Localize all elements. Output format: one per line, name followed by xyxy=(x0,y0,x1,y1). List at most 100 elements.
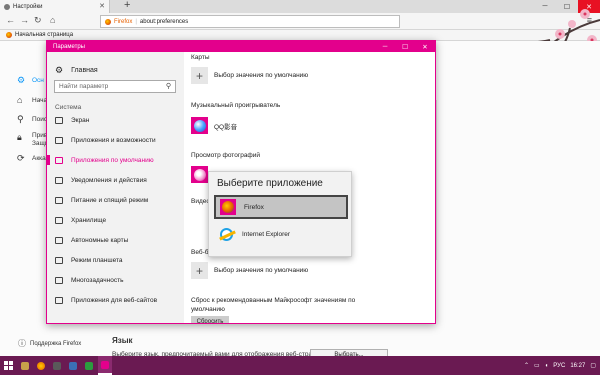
settings-nav-display[interactable]: Экран xyxy=(47,113,184,127)
settings-maximize-button[interactable]: ☐ xyxy=(395,41,415,52)
settings-nav-multitasking[interactable]: Многозадачность xyxy=(47,273,184,287)
taskbar-app-2[interactable] xyxy=(34,356,48,375)
settings-close-button[interactable]: ✕ xyxy=(415,41,435,52)
settings-nav-label: Экран xyxy=(71,116,90,124)
back-icon[interactable]: ← xyxy=(6,15,15,25)
volume-icon[interactable]: ◖ xyxy=(545,363,549,369)
plus-icon: + xyxy=(191,262,208,279)
settings-nav-default-apps[interactable]: Приложения по умолчанию xyxy=(47,153,184,167)
notifications-icon[interactable]: ▢ xyxy=(590,362,596,369)
settings-nav-apps-features[interactable]: Приложения и возможности xyxy=(47,133,184,147)
forward-icon[interactable]: → xyxy=(20,15,29,25)
minimize-button[interactable]: ─ xyxy=(534,0,556,13)
multitasking-icon xyxy=(55,276,63,284)
support-link[interactable]: ⓘ Поддержка Firefox xyxy=(18,338,81,349)
new-tab-button[interactable]: + xyxy=(124,0,130,11)
settings-nav-offline-maps[interactable]: Автономные карты xyxy=(47,233,184,247)
music-category-label: Музыкальный проигрыватель xyxy=(191,102,281,109)
music-default-app[interactable]: QQ影音 xyxy=(191,117,237,134)
web-choose-label: Выбор значения по умолчанию xyxy=(214,267,309,274)
reload-icon[interactable]: ↻ xyxy=(34,15,42,26)
taskbar-app-1[interactable] xyxy=(18,356,32,375)
url-bar[interactable]: Firefox | about:preferences xyxy=(100,15,400,28)
close-window-button[interactable]: ✕ xyxy=(578,0,600,13)
network-icon[interactable]: ▭ xyxy=(534,362,540,369)
qq-player-icon xyxy=(191,117,208,134)
settings-nav-label: Многозадачность xyxy=(71,276,124,284)
chooser-option-label: Firefox xyxy=(244,203,264,211)
firefox-icon xyxy=(37,361,45,370)
taskbar-app-3[interactable] xyxy=(50,356,64,375)
firefox-icon xyxy=(220,199,236,215)
gear-icon xyxy=(101,360,109,369)
prefs-nav-account[interactable]: Акка xyxy=(32,155,46,162)
photo-default-app[interactable] xyxy=(191,166,208,183)
bookmark-start-page[interactable]: Начальная страница xyxy=(15,32,73,38)
settings-titlebar: Параметры ─ ☐ ✕ xyxy=(47,41,435,52)
home-icon: ⌂ xyxy=(17,95,23,105)
photo-viewer-icon xyxy=(191,166,208,183)
file-explorer-icon xyxy=(21,361,29,370)
app-icon xyxy=(85,361,93,370)
settings-minimize-button[interactable]: ─ xyxy=(375,41,395,52)
input-language[interactable]: РУС xyxy=(553,363,565,369)
home-icon[interactable]: ⌂ xyxy=(50,15,55,25)
sync-icon: ⟳ xyxy=(17,153,25,163)
web-apps-icon xyxy=(55,296,63,304)
monitor-icon xyxy=(55,116,63,124)
browser-tab[interactable]: Настройки ✕ xyxy=(0,0,110,13)
settings-search-input[interactable]: Найти параметр ⚲ xyxy=(54,80,176,93)
gear-icon xyxy=(4,3,10,10)
taskbar-settings[interactable] xyxy=(98,356,112,375)
tray-chevron-icon[interactable]: ⌃ xyxy=(524,362,529,369)
plus-icon: + xyxy=(191,67,208,84)
settings-home[interactable]: ⚙ Главная xyxy=(55,65,98,76)
start-button[interactable] xyxy=(0,356,16,375)
storage-icon xyxy=(55,216,63,224)
settings-home-label: Главная xyxy=(71,67,98,74)
url-text: about:preferences xyxy=(139,18,189,25)
chooser-option-internet-explorer[interactable]: Internet Explorer xyxy=(214,222,348,246)
taskbar: ⌃ ▭ ◖ РУС 16:27 ▢ xyxy=(0,356,600,375)
map-icon xyxy=(55,236,63,244)
web-default-app[interactable]: + Выбор значения по умолчанию xyxy=(191,262,308,279)
menu-icon[interactable]: ≡ xyxy=(587,15,592,25)
taskbar-app-5[interactable] xyxy=(82,356,96,375)
support-label: Поддержка Firefox xyxy=(30,340,82,347)
settings-nav-notifications[interactable]: Уведомления и действия xyxy=(47,173,184,187)
prefs-nav-general[interactable]: Осн xyxy=(32,77,44,84)
settings-nav-label: Питание и спящий режим xyxy=(71,196,149,204)
search-icon: ⚲ xyxy=(165,83,171,90)
default-apps-icon xyxy=(55,156,63,164)
maximize-button[interactable]: ☐ xyxy=(556,0,578,13)
chooser-option-label: Internet Explorer xyxy=(242,230,291,238)
tab-title: Настройки xyxy=(13,3,43,10)
lock-icon: 🔒︎ xyxy=(17,132,22,142)
clock[interactable]: 16:27 xyxy=(570,363,585,369)
settings-nav-label: Хранилище xyxy=(71,216,107,224)
settings-nav-label: Приложения по умолчанию xyxy=(71,156,154,164)
reset-button[interactable]: Сбросить xyxy=(191,316,229,323)
settings-section-label: Система xyxy=(55,104,82,111)
web-category-label: Веб-б xyxy=(191,249,209,256)
settings-nav-label: Приложения и возможности xyxy=(71,136,156,144)
chooser-title: Выберите приложение xyxy=(217,178,323,189)
settings-nav-power[interactable]: Питание и спящий режим xyxy=(47,193,184,207)
settings-window-title: Параметры xyxy=(53,43,85,50)
app-icon xyxy=(69,361,77,370)
app-chooser-popup: Выберите приложение Firefox Internet Exp… xyxy=(208,171,352,257)
window-controls: ─ ☐ ✕ xyxy=(534,0,600,13)
chooser-option-firefox[interactable]: Firefox xyxy=(214,195,348,219)
notifications-icon xyxy=(55,176,63,184)
search-icon: ⚲ xyxy=(17,114,24,124)
firefox-icon xyxy=(105,18,111,25)
settings-nav-storage[interactable]: Хранилище xyxy=(47,213,184,227)
settings-nav-apps-for-websites[interactable]: Приложения для веб-сайтов xyxy=(47,293,184,307)
settings-nav-label: Приложения для веб-сайтов xyxy=(71,296,158,304)
firefox-icon xyxy=(6,32,12,38)
taskbar-app-4[interactable] xyxy=(66,356,80,375)
help-icon: ⓘ xyxy=(18,339,26,348)
maps-default-app[interactable]: + Выбор значения по умолчанию xyxy=(191,67,308,84)
close-tab-icon[interactable]: ✕ xyxy=(99,2,105,10)
settings-nav-tablet-mode[interactable]: Режим планшета xyxy=(47,253,184,267)
